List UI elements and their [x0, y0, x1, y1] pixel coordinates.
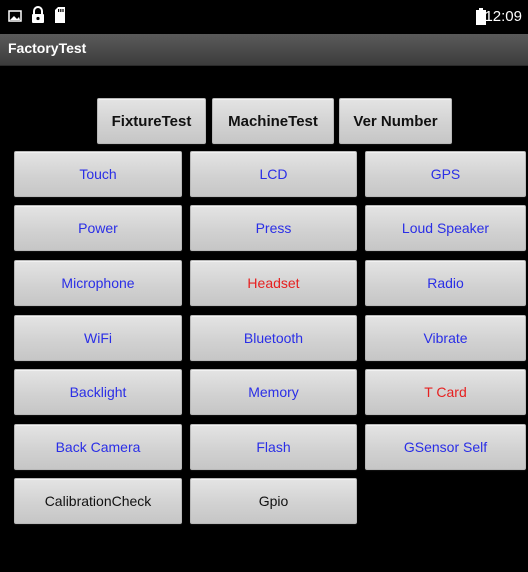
gps-test-button[interactable]: GPS: [365, 151, 526, 197]
app-title: FactoryTest: [8, 40, 87, 56]
power-test-button[interactable]: Power: [14, 205, 182, 251]
press-test-button[interactable]: Press: [190, 205, 357, 251]
gpio-test-button[interactable]: Gpio: [190, 478, 357, 524]
status-bar: 12:09: [0, 0, 528, 34]
headset-test-button[interactable]: Headset: [190, 260, 357, 306]
calibration-check-button[interactable]: CalibrationCheck: [14, 478, 182, 524]
image-icon: [8, 9, 22, 28]
ver-number-button[interactable]: Ver Number: [339, 98, 452, 144]
memory-test-button[interactable]: Memory: [190, 369, 357, 415]
lock-icon: [31, 6, 45, 29]
microphone-test-button[interactable]: Microphone: [14, 260, 182, 306]
flash-test-button[interactable]: Flash: [190, 424, 357, 470]
lcd-test-button[interactable]: LCD: [190, 151, 357, 197]
factory-test-screen: 12:09 FactoryTest FixtureTest MachineTes…: [0, 0, 528, 572]
clock-time: 12:09: [484, 8, 522, 25]
machine-test-button[interactable]: MachineTest: [212, 98, 334, 144]
title-bar: FactoryTest: [0, 34, 528, 66]
gsensor-self-test-button[interactable]: GSensor Self: [365, 424, 526, 470]
vibrate-test-button[interactable]: Vibrate: [365, 315, 526, 361]
bluetooth-test-button[interactable]: Bluetooth: [190, 315, 357, 361]
backlight-test-button[interactable]: Backlight: [14, 369, 182, 415]
sd-card-icon: [54, 7, 66, 28]
t-card-test-button[interactable]: T Card: [365, 369, 526, 415]
wifi-test-button[interactable]: WiFi: [14, 315, 182, 361]
back-camera-test-button[interactable]: Back Camera: [14, 424, 182, 470]
touch-test-button[interactable]: Touch: [14, 151, 182, 197]
radio-test-button[interactable]: Radio: [365, 260, 526, 306]
fixture-test-button[interactable]: FixtureTest: [97, 98, 206, 144]
loud-speaker-test-button[interactable]: Loud Speaker: [365, 205, 526, 251]
